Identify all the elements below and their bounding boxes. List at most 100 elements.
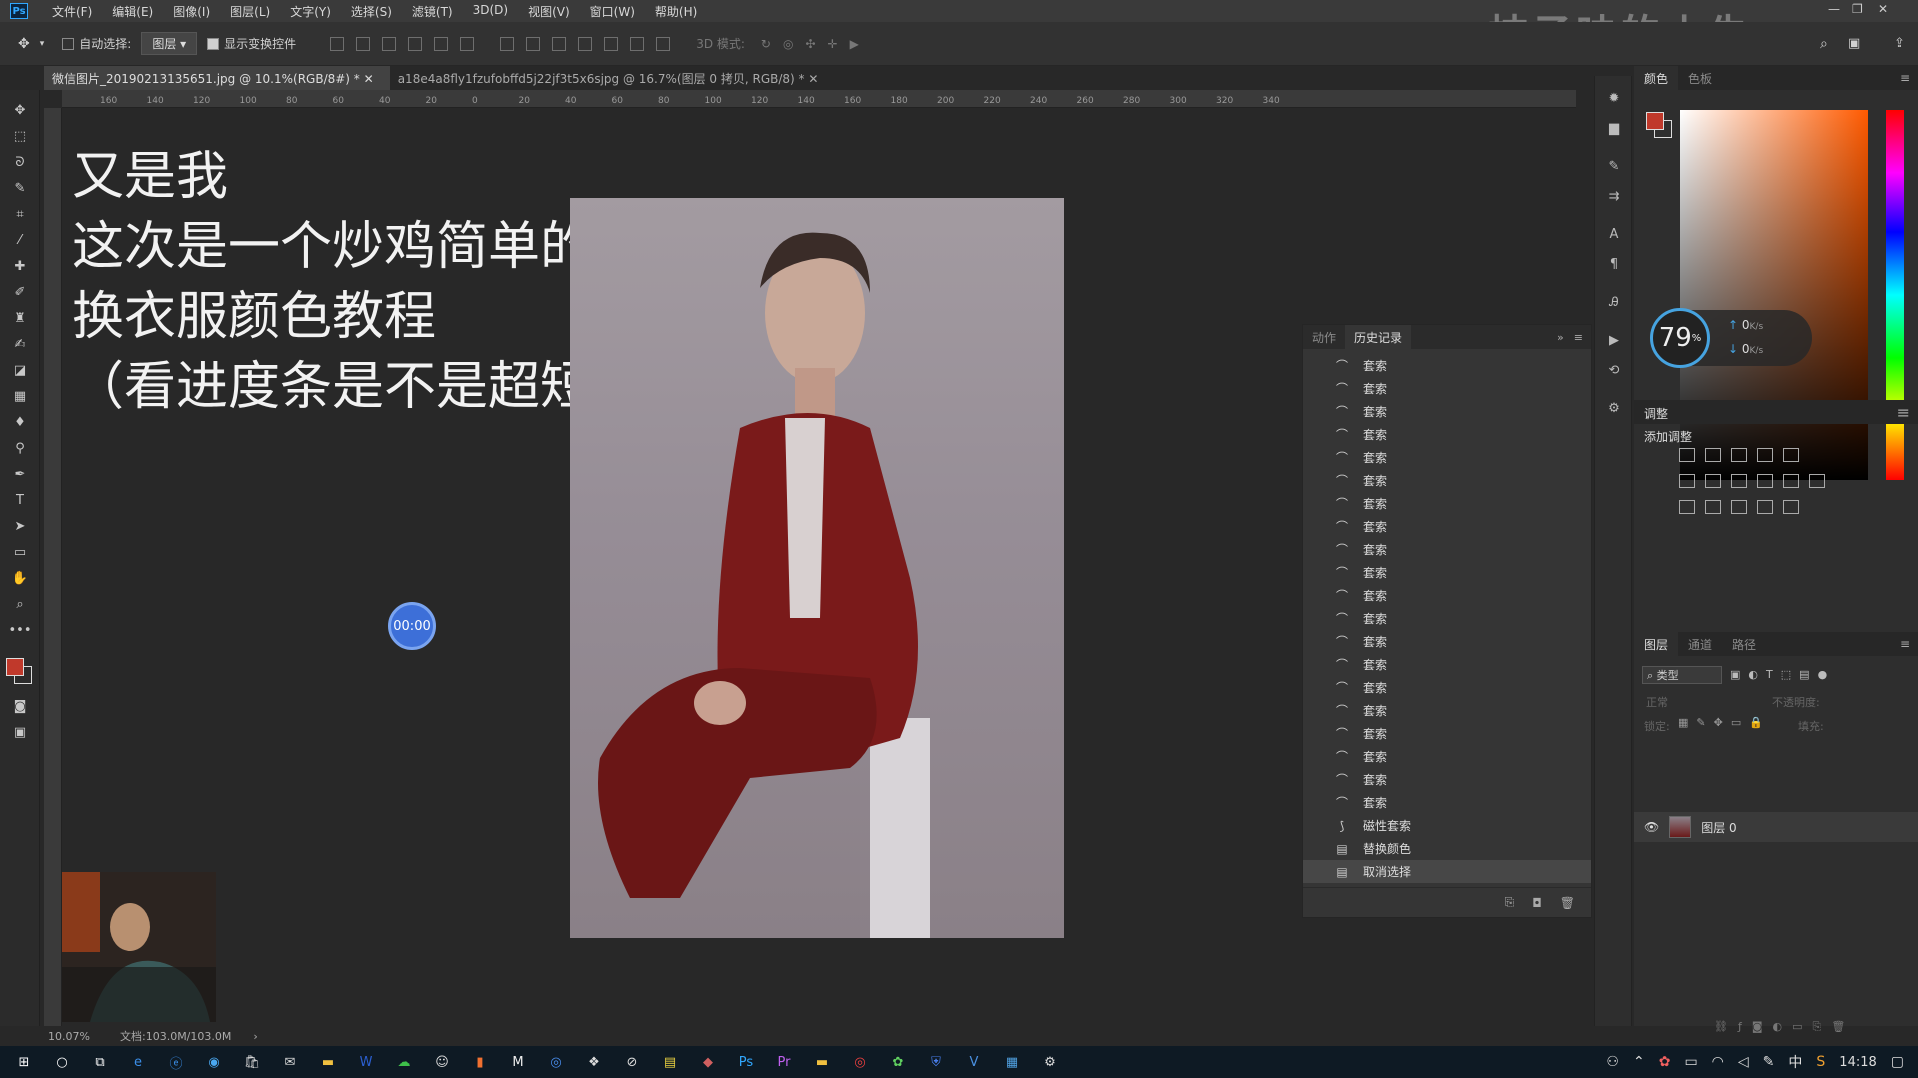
- history-item[interactable]: ▤ 取消选择: [1303, 860, 1591, 883]
- lock-artboard-icon[interactable]: ▭: [1731, 716, 1749, 729]
- history-item[interactable]: ⌒ 套索: [1303, 469, 1591, 492]
- menu-item[interactable]: 滤镜(T): [402, 3, 463, 20]
- tab-channels[interactable]: 通道: [1678, 632, 1722, 656]
- distribute-bottom-icon[interactable]: [552, 36, 567, 51]
- dodge-tool-icon[interactable]: ⚲: [5, 436, 35, 460]
- app-icon[interactable]: ❖: [582, 1051, 606, 1073]
- color-picker-field[interactable]: [1680, 110, 1868, 480]
- qq-icon[interactable]: ☺: [430, 1051, 454, 1073]
- posterize-icon[interactable]: [1705, 500, 1721, 514]
- stamp-tool-icon[interactable]: ♜: [5, 306, 35, 330]
- mask-icon[interactable]: ◙: [1752, 1020, 1773, 1033]
- chevron-up-icon[interactable]: ⌃: [1633, 1054, 1645, 1070]
- auto-select-checkbox[interactable]: [62, 37, 75, 50]
- history-item[interactable]: ⌒ 套索: [1303, 745, 1591, 768]
- recording-timer-button[interactable]: 00:00: [388, 602, 436, 650]
- history-item[interactable]: ⌒ 套索: [1303, 354, 1591, 377]
- vibrance-icon[interactable]: [1783, 448, 1799, 462]
- premiere-icon[interactable]: Pr: [772, 1051, 796, 1073]
- foreground-color-swatch[interactable]: [6, 658, 24, 676]
- brush-settings-icon[interactable]: ✎: [1602, 154, 1626, 178]
- rectangle-tool-icon[interactable]: ▭: [5, 540, 35, 564]
- align-top-icon[interactable]: [330, 36, 345, 51]
- ime-indicator[interactable]: 中: [1788, 1052, 1802, 1072]
- link-icon[interactable]: ⛓: [1714, 1020, 1738, 1033]
- filter-adjustment-icon[interactable]: ◐: [1748, 668, 1766, 681]
- tray-app-icon[interactable]: ✿: [1659, 1054, 1671, 1070]
- eyedropper-tool-icon[interactable]: ⁄: [5, 228, 35, 252]
- brushes-icon[interactable]: ⇉: [1602, 184, 1626, 208]
- volume-icon[interactable]: ◁: [1738, 1054, 1749, 1070]
- threshold-icon[interactable]: [1731, 500, 1747, 514]
- windows-start-icon[interactable]: ⊞: [12, 1051, 36, 1073]
- history-item[interactable]: ⌒ 套索: [1303, 515, 1591, 538]
- new-document-from-state-icon[interactable]: ⎘: [1505, 895, 1515, 910]
- menu-item[interactable]: 图像(I): [163, 3, 220, 20]
- wechat-icon[interactable]: ☁: [392, 1051, 416, 1073]
- tab-document-2[interactable]: a18e4a8fly1fzufobffd5j22jf3t5x6sjpg @ 16…: [390, 66, 835, 90]
- wifi-icon[interactable]: ◠: [1712, 1054, 1724, 1070]
- close-icon[interactable]: ✕: [364, 72, 374, 86]
- cortana-icon[interactable]: ○: [50, 1051, 74, 1073]
- invert-icon[interactable]: [1679, 500, 1695, 514]
- auto-align-icon[interactable]: [656, 36, 671, 51]
- filter-type-icon[interactable]: T: [1766, 668, 1781, 681]
- tab-color[interactable]: 颜色: [1634, 66, 1679, 90]
- lock-all-icon[interactable]: 🔒: [1749, 716, 1771, 729]
- blend-mode-dropdown[interactable]: 正常: [1646, 694, 1668, 710]
- app-icon[interactable]: ✿: [886, 1051, 910, 1073]
- close-icon[interactable]: ✕: [1878, 2, 1888, 16]
- layer-row[interactable]: 👁 图层 0: [1634, 812, 1918, 842]
- folder-icon[interactable]: ▬: [810, 1051, 834, 1073]
- browser-icon[interactable]: ◉: [202, 1051, 226, 1073]
- new-snapshot-icon[interactable]: ◘: [1532, 896, 1542, 910]
- history-item[interactable]: ⌒ 套索: [1303, 492, 1591, 515]
- distribute-top-icon[interactable]: [500, 36, 515, 51]
- close-icon[interactable]: ✕: [808, 72, 818, 86]
- distribute-vcenter-icon[interactable]: [526, 36, 541, 51]
- foreground-color-swatch[interactable]: [1646, 112, 1664, 130]
- panel-menu-icon[interactable]: ≡: [1900, 637, 1910, 651]
- tray-app-icon[interactable]: S: [1816, 1054, 1825, 1070]
- menu-item[interactable]: 文字(Y): [280, 3, 341, 20]
- history-item[interactable]: ⌒ 套索: [1303, 653, 1591, 676]
- pan-3d-icon[interactable]: ✣: [805, 37, 815, 51]
- slide-3d-icon[interactable]: ✛: [828, 37, 838, 51]
- gradient-map-icon[interactable]: [1783, 500, 1799, 514]
- history-item[interactable]: ⌒ 套索: [1303, 584, 1591, 607]
- show-transform-checkbox[interactable]: [207, 37, 220, 50]
- menu-item[interactable]: 窗口(W): [580, 3, 645, 20]
- photo-filter-icon[interactable]: [1757, 474, 1773, 488]
- menu-item[interactable]: 选择(S): [341, 3, 402, 20]
- app-icon[interactable]: ◎: [848, 1051, 872, 1073]
- file-explorer-icon[interactable]: ▬: [316, 1051, 340, 1073]
- settings-icon[interactable]: ⚙: [1038, 1051, 1062, 1073]
- maximize-icon[interactable]: ❐: [1852, 2, 1863, 16]
- filter-smart-icon[interactable]: ▤: [1799, 668, 1817, 681]
- lock-position-icon[interactable]: ✥: [1714, 716, 1731, 729]
- menu-item[interactable]: 3D(D): [463, 3, 518, 20]
- history-item[interactable]: ⌒ 套索: [1303, 561, 1591, 584]
- app-icon[interactable]: ◆: [696, 1051, 720, 1073]
- tab-layers[interactable]: 图层: [1634, 632, 1679, 656]
- hand-tool-icon[interactable]: ✋: [5, 566, 35, 590]
- clock[interactable]: 14:18: [1839, 1055, 1876, 1070]
- zoom-level[interactable]: 10.07%: [48, 1030, 118, 1043]
- lock-pixels-icon[interactable]: ✎: [1696, 716, 1713, 729]
- workspace-icon[interactable]: ▣: [1848, 36, 1860, 51]
- selective-color-icon[interactable]: [1757, 500, 1773, 514]
- menu-item[interactable]: 文件(F): [42, 3, 102, 20]
- pen-tool-icon[interactable]: ✒: [5, 462, 35, 486]
- panel-menu-icon[interactable]: ≡: [1574, 331, 1583, 344]
- blur-tool-icon[interactable]: ♦: [5, 410, 35, 434]
- lasso-tool-icon[interactable]: ᘐ: [5, 150, 35, 174]
- edge-icon[interactable]: e: [126, 1051, 150, 1073]
- app-icon[interactable]: ▦: [1000, 1051, 1024, 1073]
- history-icon[interactable]: ⟲: [1602, 358, 1626, 382]
- panel-menu-icon[interactable]: ≡: [1897, 403, 1910, 422]
- channel-mixer-icon[interactable]: [1783, 474, 1799, 488]
- compass-icon[interactable]: ⊘: [620, 1051, 644, 1073]
- security-icon[interactable]: ⛨: [924, 1051, 948, 1073]
- ie-icon[interactable]: ⓔ: [164, 1051, 188, 1073]
- type-tool-icon[interactable]: T: [5, 488, 35, 512]
